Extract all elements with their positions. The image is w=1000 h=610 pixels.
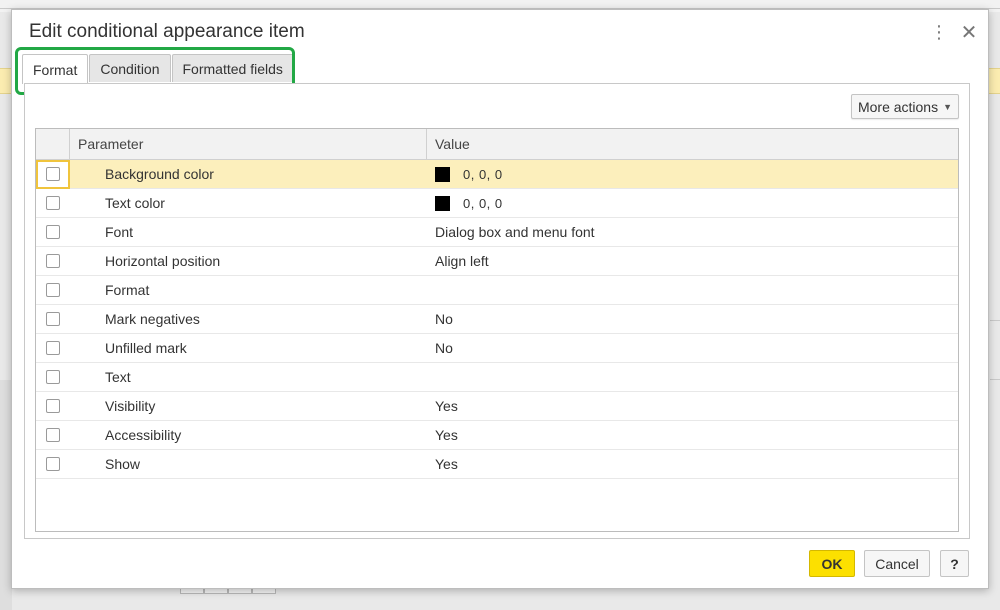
table-row[interactable]: Font Dialog box and menu font: [36, 218, 958, 247]
parameter-value: Yes: [435, 427, 458, 443]
table-row[interactable]: Horizontal position Align left: [36, 247, 958, 276]
column-header-parameter[interactable]: Parameter: [70, 129, 427, 159]
parameter-value: No: [435, 311, 453, 327]
parameter-name: Format: [105, 282, 150, 298]
table-row[interactable]: Show Yes: [36, 450, 958, 479]
parameter-value: 0, 0, 0: [427, 195, 958, 211]
cancel-button[interactable]: Cancel: [864, 550, 930, 577]
color-swatch: [435, 195, 450, 211]
table-row[interactable]: Text: [36, 363, 958, 392]
row-checkbox[interactable]: [46, 370, 60, 384]
parameter-value: No: [435, 340, 453, 356]
tab-format[interactable]: Format: [22, 54, 89, 84]
row-checkbox[interactable]: [46, 254, 60, 268]
more-actions-label: More actions: [857, 98, 939, 115]
parameter-name: Mark negatives: [105, 311, 200, 327]
parameter-name: Background color: [105, 166, 214, 182]
row-checkbox[interactable]: [46, 428, 60, 442]
row-checkbox[interactable]: [46, 196, 60, 210]
caret-down-icon: ▼: [943, 101, 953, 112]
color-swatch: [435, 166, 450, 182]
parameter-name: Unfilled mark: [105, 340, 187, 356]
parameter-value: Yes: [435, 456, 458, 472]
format-tab-panel: More actions ▼ Parameter Value Backgroun…: [24, 83, 970, 539]
row-checkbox[interactable]: [46, 167, 60, 181]
row-checkbox[interactable]: [46, 225, 60, 239]
row-checkbox[interactable]: [46, 457, 60, 471]
table-row[interactable]: Background color 0, 0, 0: [36, 159, 958, 189]
dialog-title: Edit conditional appearance item: [29, 21, 305, 42]
row-checkbox[interactable]: [46, 341, 60, 355]
parameters-table: Parameter Value Background color 0, 0, 0…: [35, 128, 959, 532]
parameter-name: Font: [105, 224, 134, 240]
parameter-name: Show: [105, 456, 141, 472]
table-row[interactable]: Visibility Yes: [36, 392, 958, 421]
table-row[interactable]: Unfilled mark No: [36, 334, 958, 363]
parameter-name: Text color: [105, 195, 165, 211]
row-checkbox[interactable]: [46, 283, 60, 297]
color-value: 0, 0, 0: [463, 195, 503, 211]
row-checkbox[interactable]: [46, 312, 60, 326]
table-row[interactable]: Mark negatives No: [36, 305, 958, 334]
parameter-value: Align left: [435, 253, 489, 269]
table-row[interactable]: Accessibility Yes: [36, 421, 958, 450]
parameter-name: Text: [105, 369, 131, 385]
header-check-column: [36, 129, 70, 159]
parameter-value: Dialog box and menu font: [435, 224, 595, 240]
background-row-lines: [990, 320, 1000, 380]
table-row[interactable]: Format: [36, 276, 958, 305]
tab-bar: Format Condition Formatted fields: [22, 54, 295, 84]
close-icon[interactable]: ✕: [959, 22, 979, 44]
more-actions-button[interactable]: More actions ▼: [851, 94, 959, 119]
parameter-name: Visibility: [105, 398, 156, 414]
help-button[interactable]: ?: [940, 550, 969, 577]
color-value: 0, 0, 0: [463, 166, 503, 182]
parameter-name: Horizontal position: [105, 253, 221, 269]
more-options-icon[interactable]: ⋮: [929, 22, 949, 42]
table-header: Parameter Value: [36, 129, 958, 160]
parameter-name: Accessibility: [105, 427, 182, 443]
tab-condition[interactable]: Condition: [89, 54, 171, 82]
ok-button[interactable]: OK: [809, 550, 855, 577]
parameter-value: 0, 0, 0: [427, 166, 958, 182]
row-checkbox[interactable]: [46, 399, 60, 413]
tab-formatted-fields[interactable]: Formatted fields: [171, 54, 294, 82]
parameter-value: Yes: [435, 398, 458, 414]
edit-conditional-appearance-dialog: Edit conditional appearance item ⋮ ✕ For…: [11, 9, 989, 589]
table-row[interactable]: Text color 0, 0, 0: [36, 189, 958, 218]
column-header-value[interactable]: Value: [427, 129, 958, 159]
